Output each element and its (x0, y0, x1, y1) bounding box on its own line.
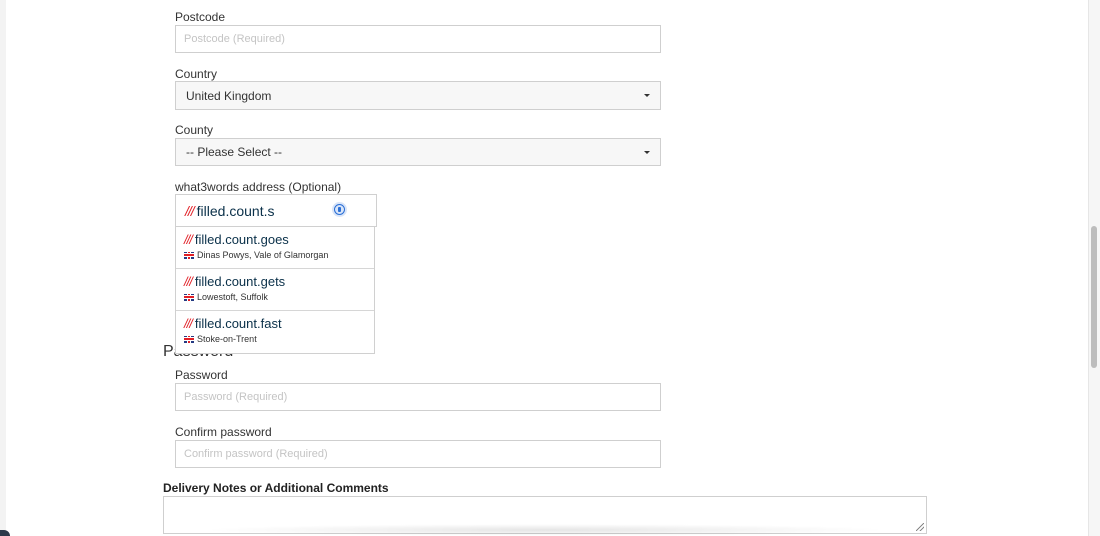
w3w-slashes-icon: /// (184, 274, 193, 289)
w3w-suggestion-words: filled.count.fast (194, 316, 282, 331)
w3w-slashes-icon: /// (184, 316, 193, 331)
country-value: United Kingdom (186, 88, 272, 103)
w3w-label: what3words address (Optional) (175, 180, 342, 194)
county-select[interactable]: -- Please Select -- (175, 138, 661, 166)
resize-handle-icon[interactable] (916, 523, 924, 531)
password-input[interactable]: Password (Required) (175, 383, 661, 411)
delivery-notes-label: Delivery Notes or Additional Comments (163, 481, 389, 495)
info-icon[interactable] (332, 202, 347, 217)
confirm-password-input[interactable]: Confirm password (Required) (175, 440, 661, 468)
w3w-suggestion-item[interactable]: /// filled.count.goes Dinas Powys, Vale … (176, 227, 374, 269)
w3w-suggestion-location: Dinas Powys, Vale of Glamorgan (197, 250, 329, 260)
w3w-suggestion-item[interactable]: /// filled.count.gets Lowestoft, Suffolk (176, 269, 374, 311)
password-label: Password (175, 368, 228, 382)
w3w-input-value: filled.count.s (196, 202, 275, 219)
uk-flag-icon (184, 293, 194, 301)
postcode-placeholder: Postcode (Required) (184, 33, 285, 45)
country-label: Country (175, 67, 218, 81)
password-placeholder: Password (Required) (184, 391, 288, 403)
postcode-input[interactable]: Postcode (Required) (175, 25, 661, 53)
uk-flag-icon (184, 335, 194, 343)
w3w-slashes-icon: /// (185, 202, 195, 219)
w3w-suggestion-item[interactable]: /// filled.count.fast Stoke-on-Trent (176, 311, 374, 353)
confirm-password-placeholder: Confirm password (Required) (184, 448, 328, 460)
county-label: County (175, 123, 214, 137)
textarea-shadow (200, 524, 890, 536)
county-value: -- Please Select -- (186, 145, 283, 159)
scrollbar-thumb[interactable] (1091, 226, 1097, 368)
postcode-label: Postcode (175, 10, 226, 24)
uk-flag-icon (184, 251, 194, 259)
w3w-suggestion-words: filled.count.gets (194, 274, 286, 289)
caret-down-icon (644, 94, 650, 97)
caret-down-icon (644, 150, 650, 154)
w3w-suggestion-location: Lowestoft, Suffolk (197, 292, 268, 302)
w3w-suggestion-words: filled.count.goes (194, 232, 289, 247)
w3w-suggestion-location: Stoke-on-Trent (197, 334, 257, 344)
country-select[interactable]: United Kingdom (175, 81, 661, 110)
w3w-suggestions-list: /// filled.count.goes Dinas Powys, Vale … (175, 226, 375, 354)
confirm-password-label: Confirm password (175, 425, 272, 439)
left-edge (0, 0, 6, 536)
w3w-slashes-icon: /// (184, 232, 193, 247)
